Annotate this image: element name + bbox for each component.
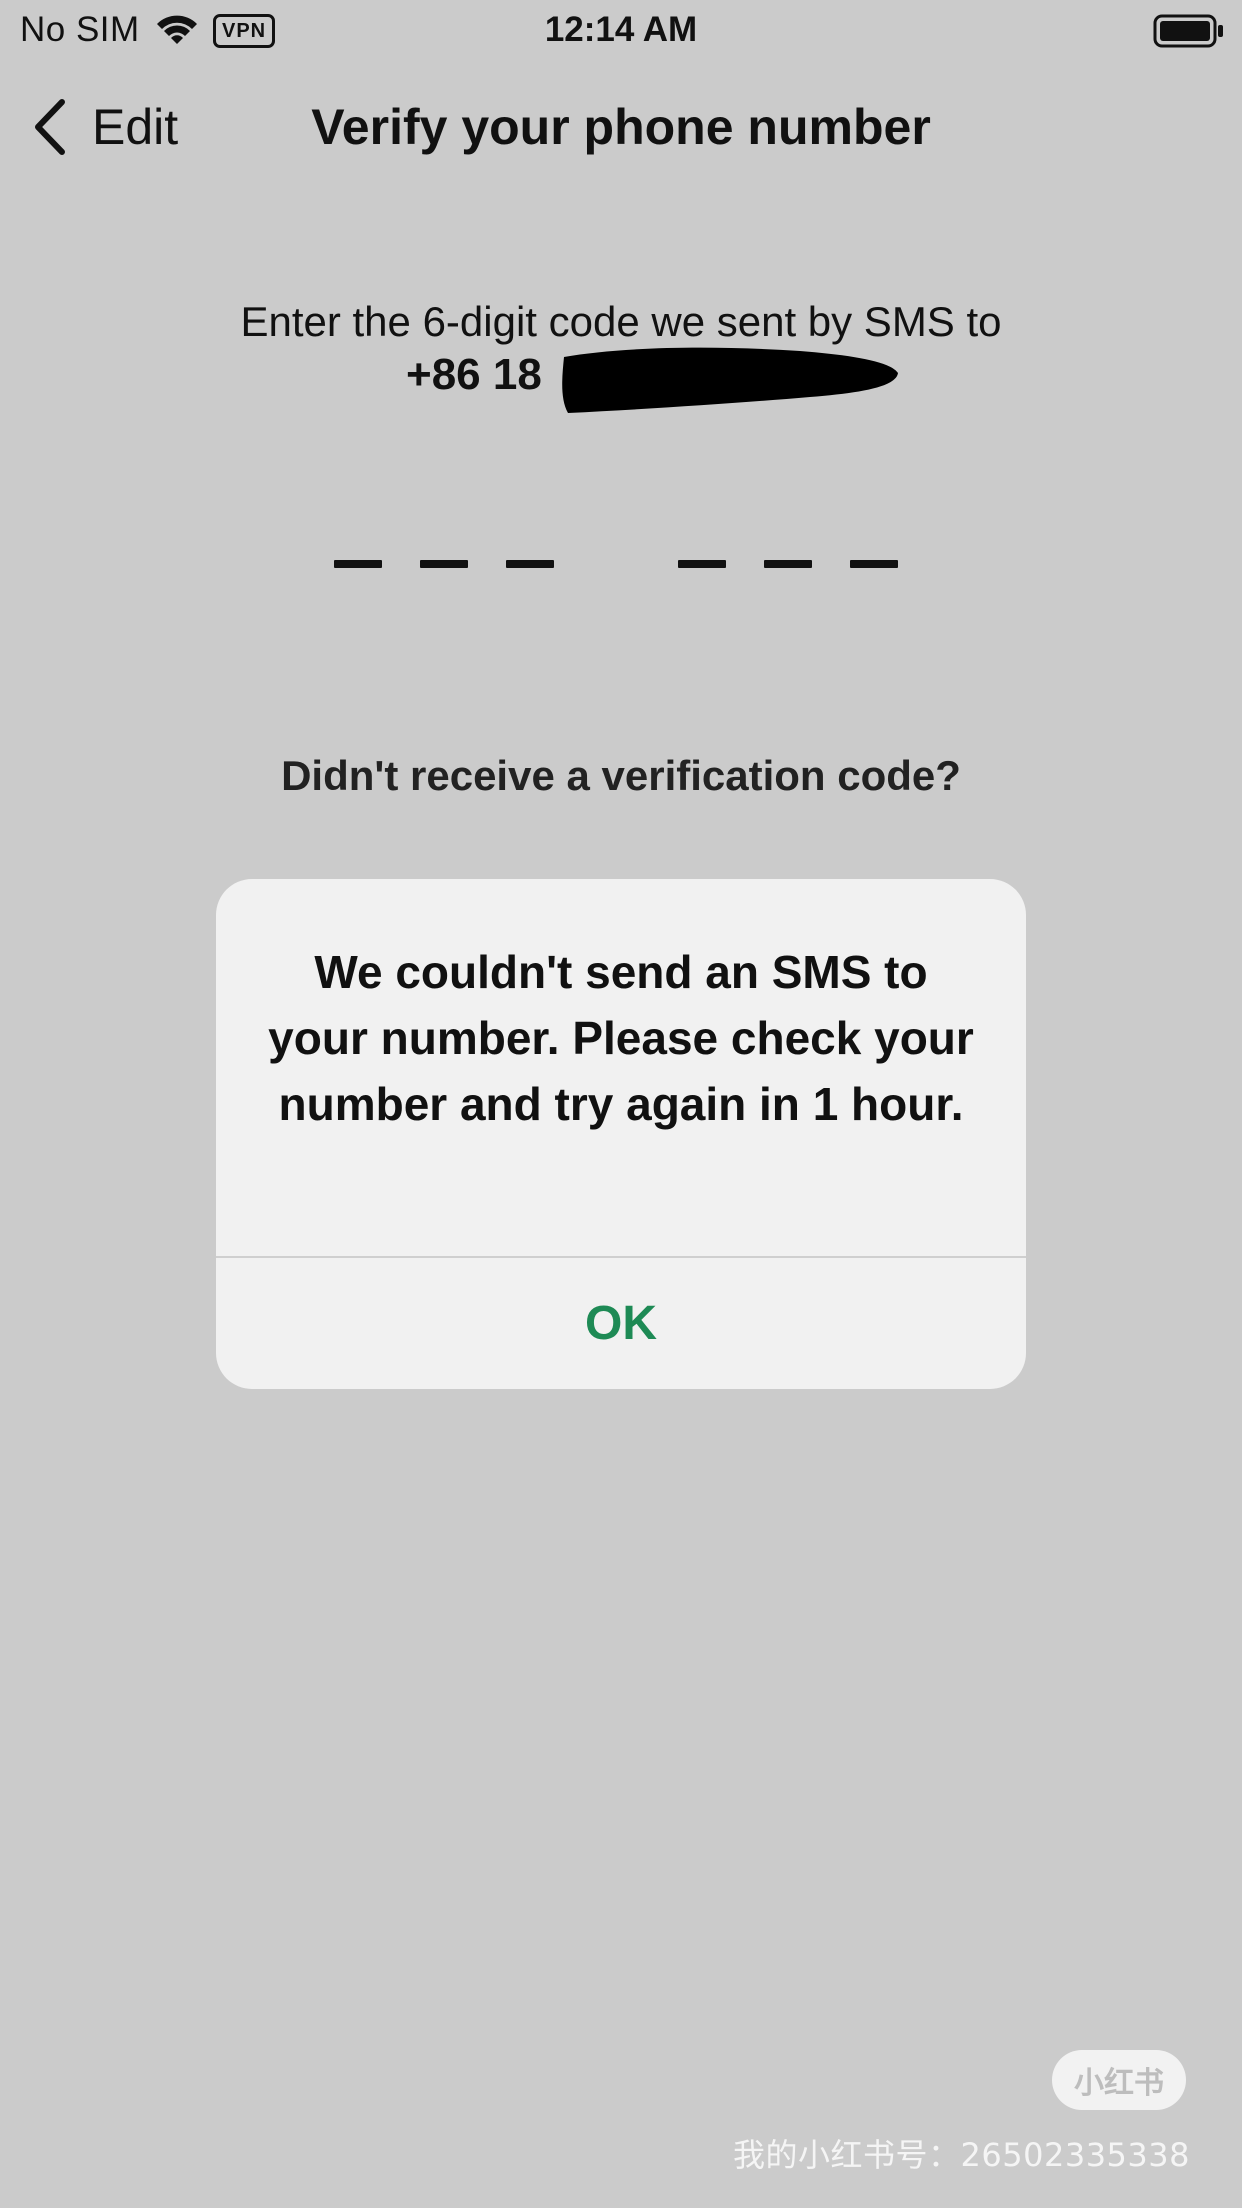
phone-number: +86 18 — [406, 350, 542, 399]
code-digit-slot — [764, 560, 812, 568]
code-digit-slot — [420, 560, 468, 568]
watermark-text: 我的小红书号：26502335338 — [733, 2136, 1190, 2174]
code-digit-slot — [334, 560, 382, 568]
resend-code-link[interactable]: Didn't receive a verification code? — [0, 752, 1242, 800]
alert-message: We couldn't send an SMS to your number. … — [268, 946, 974, 1130]
code-digit-slot — [506, 560, 554, 568]
code-digit-slot — [678, 560, 726, 568]
redaction-mark — [562, 347, 898, 413]
page-title: Verify your phone number — [311, 99, 931, 155]
battery-full-icon — [1153, 14, 1223, 48]
watermark-logo: 小红书 — [1052, 2050, 1186, 2110]
status-bar: No SIM VPN 12:14 AM — [0, 0, 1242, 62]
code-digit-slot — [850, 560, 898, 568]
alert-dialog: We couldn't send an SMS to your number. … — [216, 879, 1026, 1389]
code-input[interactable] — [334, 560, 908, 574]
status-time: 12:14 AM — [544, 10, 698, 49]
ok-button[interactable]: OK — [216, 1258, 1026, 1389]
